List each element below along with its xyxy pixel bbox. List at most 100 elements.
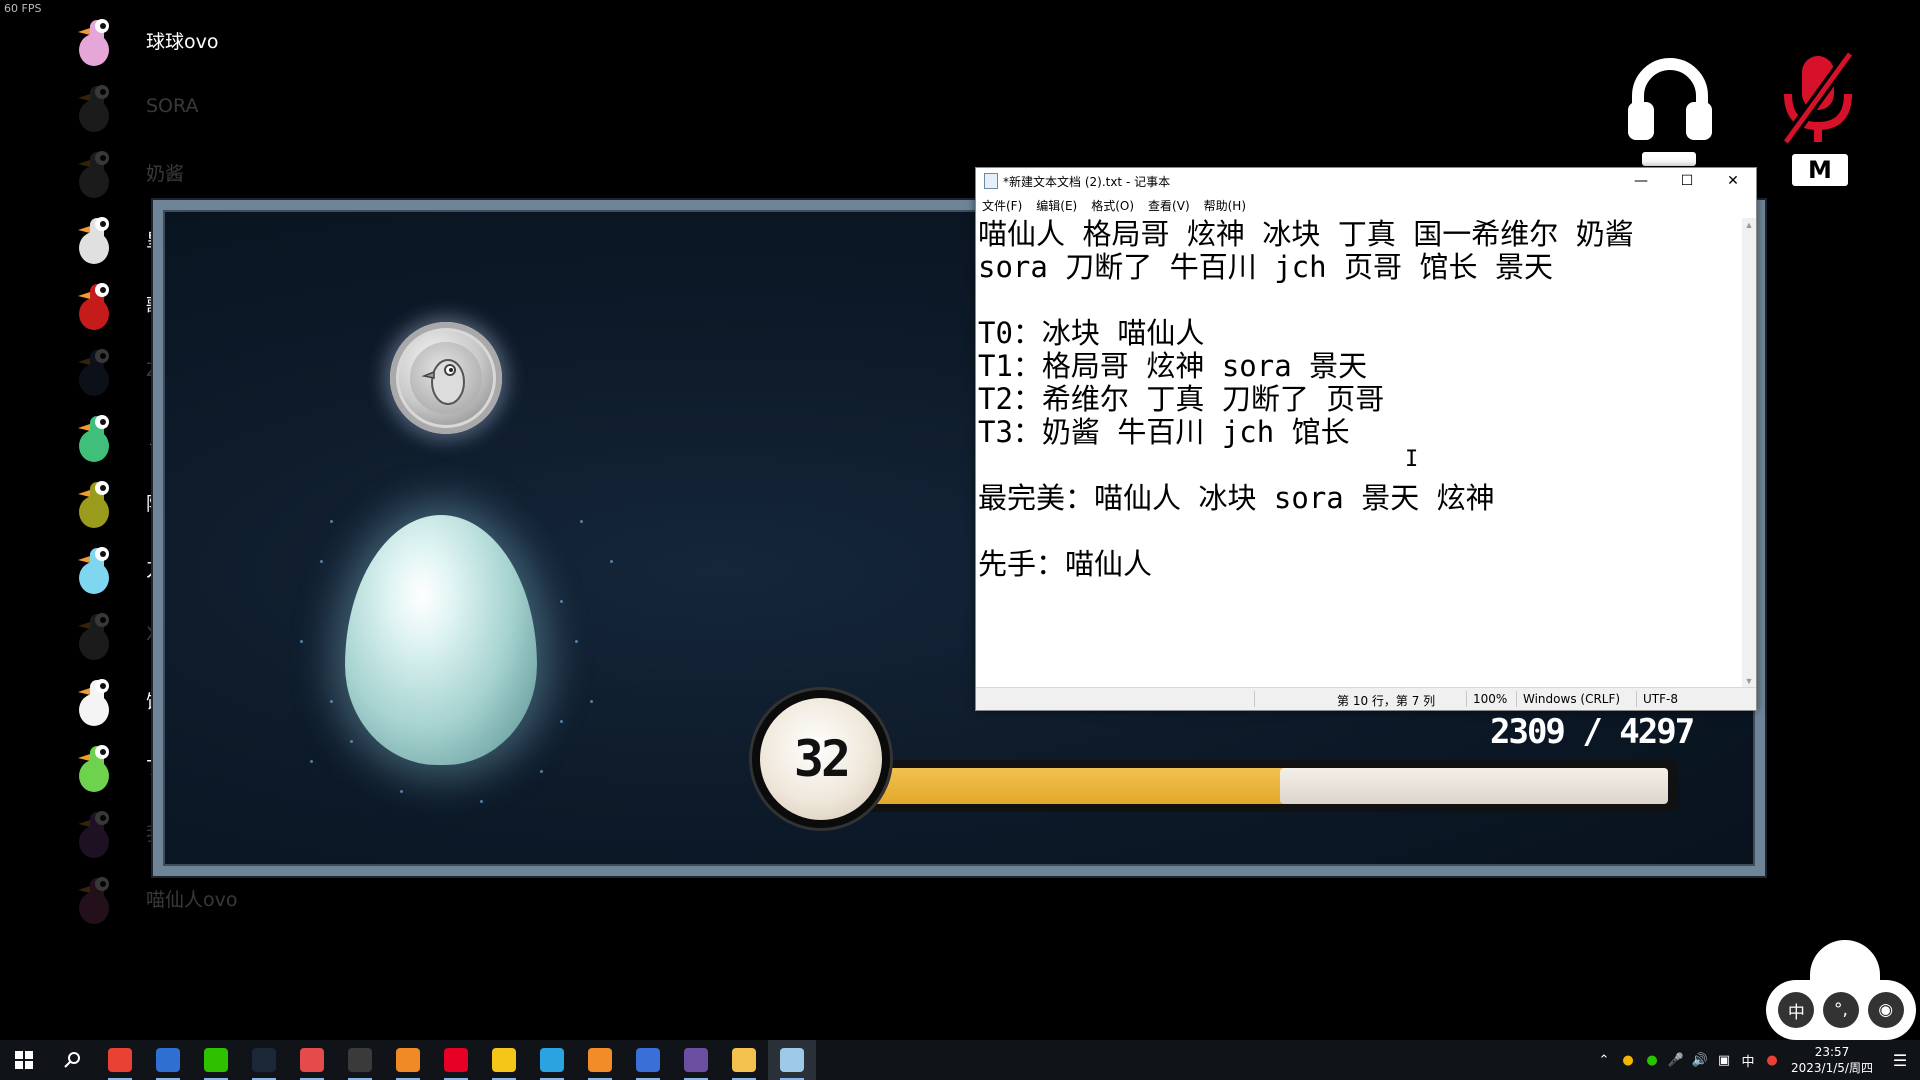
level-badge: 32 (752, 690, 890, 828)
notepad-titlebar[interactable]: *新建文本文档 (2).txt - 记事本 — ☐ ✕ (976, 168, 1756, 194)
player-row: 球球ovo (70, 10, 219, 70)
player-row: SORA (70, 76, 198, 136)
goose-coin-icon (390, 322, 502, 434)
goose-avatar-icon (70, 804, 122, 860)
ime-punctuation-icon[interactable]: °, (1822, 992, 1859, 1028)
microphone-icon[interactable]: 🎤 (1664, 1053, 1688, 1068)
taskbar-app-app-blue-circle[interactable] (624, 1040, 672, 1080)
tray-app-icon[interactable]: ● (1616, 1053, 1640, 1068)
menu-bar: 文件(F) 编辑(E) 格式(O) 查看(V) 帮助(H) (976, 194, 1756, 216)
menu-item[interactable]: 文件(F) (982, 197, 1022, 214)
player-name: 喵仙人ovo (146, 888, 238, 911)
tray-language-indicator[interactable]: 中 (1736, 1051, 1760, 1070)
status-divider (1636, 691, 1637, 707)
taskbar-app-steam[interactable] (240, 1040, 288, 1080)
text-cursor-icon: I (1405, 447, 1419, 472)
taskbar-app-wechat[interactable] (192, 1040, 240, 1080)
clock-date: 2023/1/5/周四 (1791, 1061, 1873, 1075)
player-name: 球球ovo (146, 30, 219, 53)
mic-muted-icon[interactable] (1780, 50, 1856, 150)
player-row: 奶酱 (70, 142, 184, 202)
vertical-scrollbar[interactable]: ▲ ▼ (1742, 218, 1756, 688)
zoom-level: 100% (1473, 692, 1508, 706)
sparkle (400, 790, 403, 793)
sparkle (575, 640, 578, 643)
sparkle (330, 520, 333, 523)
text-editor-area[interactable]: 喵仙人 格局哥 炫神 冰块 丁真 国一希维尔 奶酱 sora 刀断了 牛百川 jc… (976, 218, 1742, 688)
headphones-icon[interactable] (1624, 52, 1716, 144)
clock-time: 23:57 (1814, 1045, 1850, 1059)
text-line (978, 515, 1742, 548)
ime-widget[interactable]: 中 °, ◉ (1766, 940, 1916, 1040)
network-icon[interactable]: ▣ (1712, 1053, 1736, 1068)
taskbar-app-netease-music[interactable] (432, 1040, 480, 1080)
goose-avatar-icon (70, 870, 122, 926)
taskbar-apps (96, 1040, 816, 1080)
app-cyan-circle-icon (540, 1048, 564, 1072)
tray-expand-icon[interactable]: ⌃ (1592, 1053, 1616, 1068)
taskbar-app-app-orange[interactable] (384, 1040, 432, 1080)
goose-avatar-icon (70, 12, 122, 68)
clock[interactable]: 23:57 2023/1/5/周四 (1784, 1044, 1880, 1076)
sparkle (580, 520, 583, 523)
app-red-grid-icon (300, 1048, 324, 1072)
cat-mascot-icon (1810, 940, 1880, 984)
goose-avatar-icon (70, 210, 122, 266)
menu-item[interactable]: 格式(O) (1091, 197, 1134, 214)
tray-ime-icon[interactable]: ● (1760, 1053, 1784, 1068)
taskbar-app-app-orange-2[interactable] (576, 1040, 624, 1080)
taskbar-app-app-cyan-circle[interactable] (528, 1040, 576, 1080)
fps-counter: 60 FPS (4, 2, 42, 15)
taskbar-app-app-yellow[interactable] (480, 1040, 528, 1080)
scroll-down-icon[interactable]: ▼ (1742, 674, 1756, 688)
goose-avatar-icon (70, 276, 122, 332)
ime-language-toggle[interactable]: 中 (1778, 992, 1815, 1028)
scroll-up-icon[interactable]: ▲ (1742, 218, 1756, 232)
notification-icon[interactable]: ☰ (1880, 1051, 1920, 1070)
xp-progress-bar (838, 760, 1678, 812)
search-button[interactable] (48, 1040, 96, 1080)
window-title: *新建文本文档 (2).txt - 记事本 (1003, 174, 1171, 189)
taskbar-app-app-blue[interactable] (144, 1040, 192, 1080)
status-bar: 第 10 行，第 7 列 100% Windows (CRLF) UTF-8 (976, 687, 1756, 710)
text-line: sora 刀断了 牛百川 jch 页哥 馆长 景天 (978, 250, 1553, 284)
obs-icon (348, 1048, 372, 1072)
goose-avatar-icon (70, 738, 122, 794)
taskbar-app-notepad[interactable] (768, 1040, 816, 1080)
sparkle (350, 740, 353, 743)
menu-item[interactable]: 编辑(E) (1036, 197, 1077, 214)
player-row: 喵仙人ovo (70, 868, 238, 928)
tray-wechat-icon[interactable]: ● (1640, 1053, 1664, 1068)
menu-item[interactable]: 帮助(H) (1204, 197, 1246, 214)
chrome-icon (108, 1048, 132, 1072)
minimize-button[interactable]: — (1618, 168, 1664, 194)
menu-item[interactable]: 查看(V) (1148, 197, 1190, 214)
goose-avatar-icon (70, 672, 122, 728)
sparkle (560, 600, 563, 603)
taskbar-app-app-purple[interactable] (672, 1040, 720, 1080)
taskbar-app-chrome[interactable] (96, 1040, 144, 1080)
app-yellow-icon (492, 1048, 516, 1072)
start-button[interactable] (0, 1040, 48, 1080)
search-icon (64, 1052, 80, 1068)
line-ending: Windows (CRLF) (1523, 692, 1621, 706)
close-button[interactable]: ✕ (1710, 168, 1756, 194)
maximize-button[interactable]: ☐ (1664, 168, 1710, 194)
level-number: 32 (793, 730, 851, 788)
sparkle (590, 700, 593, 703)
status-divider (1254, 691, 1255, 707)
netease-music-icon (444, 1048, 468, 1072)
volume-icon[interactable]: 🔊 (1688, 1053, 1712, 1068)
sparkle (540, 770, 543, 773)
ime-skin-icon[interactable]: ◉ (1867, 992, 1904, 1028)
text-line: T1：格局哥 炫神 sora 景天 (978, 349, 1368, 383)
player-name: SORA (146, 95, 199, 117)
taskbar-app-obs[interactable] (336, 1040, 384, 1080)
taskbar-app-app-red-grid[interactable] (288, 1040, 336, 1080)
sparkle (560, 720, 563, 723)
status-divider (1466, 691, 1467, 707)
xp-progress-remaining (1280, 768, 1668, 804)
status-divider (1516, 691, 1517, 707)
notepad-window[interactable]: *新建文本文档 (2).txt - 记事本 — ☐ ✕ 文件(F) 编辑(E) 格式… (975, 167, 1757, 711)
taskbar-app-file-explorer[interactable] (720, 1040, 768, 1080)
